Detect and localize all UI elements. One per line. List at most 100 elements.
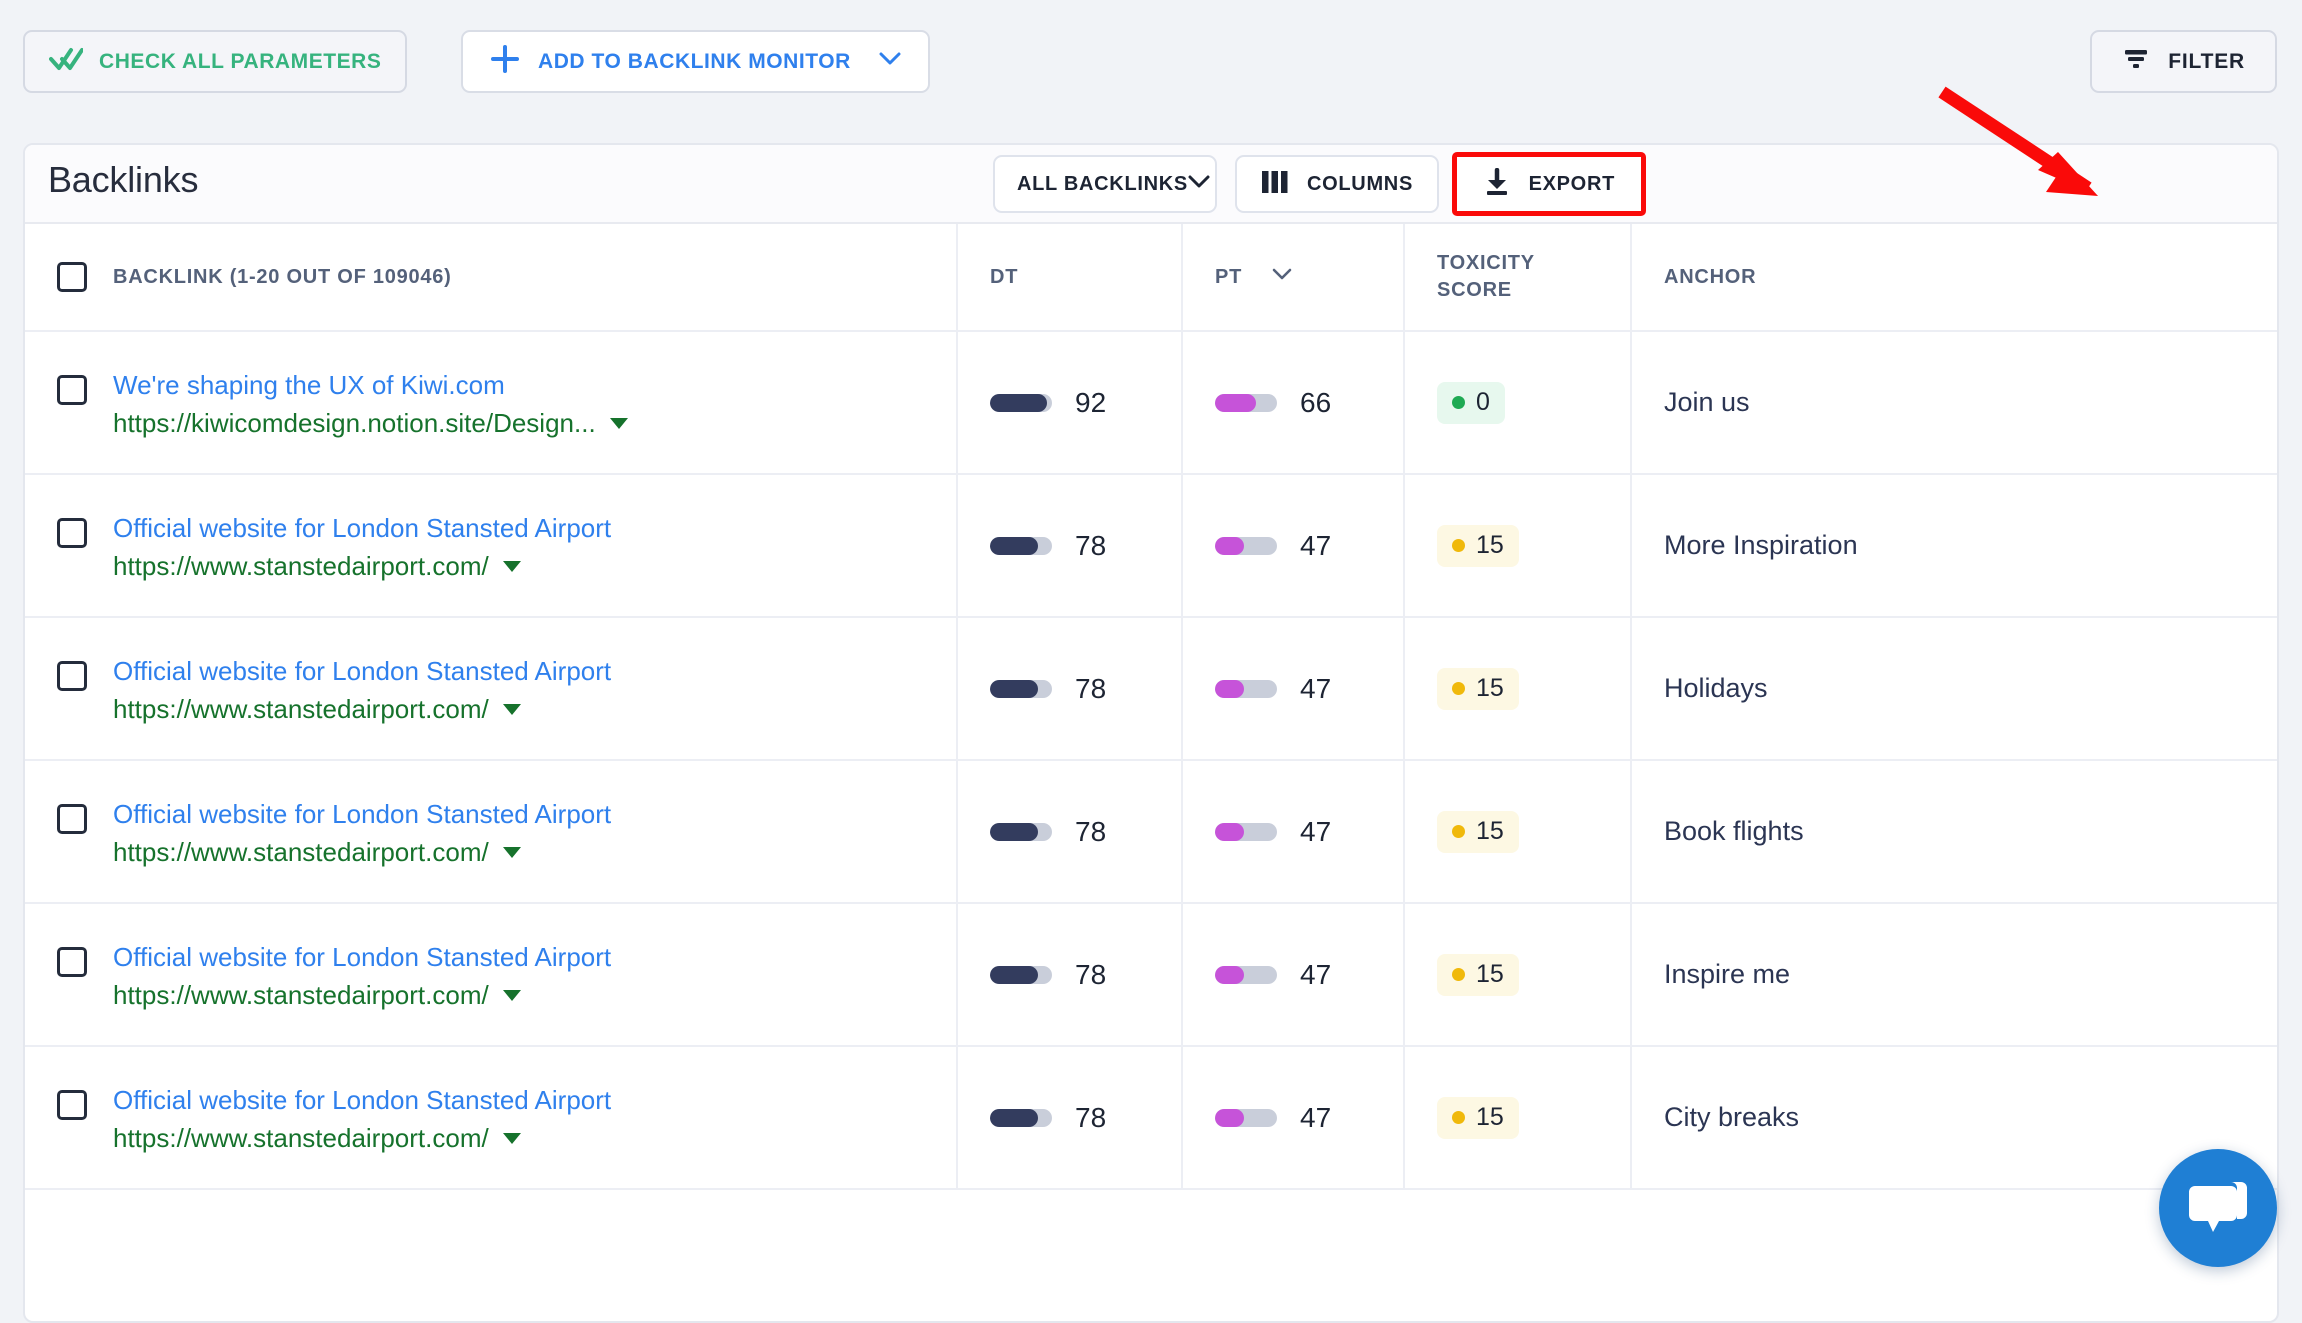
row-checkbox[interactable] <box>57 1090 87 1120</box>
backlink-cell: Official website for London Stansted Air… <box>25 760 957 903</box>
column-header-backlink[interactable]: BACKLINK (1-20 OUT OF 109046) <box>25 224 957 331</box>
status-dot-icon <box>1452 396 1465 409</box>
caret-down-icon[interactable] <box>610 418 628 429</box>
export-button[interactable]: EXPORT <box>1452 152 1646 216</box>
backlink-title-link[interactable]: Official website for London Stansted Air… <box>113 654 611 689</box>
row-checkbox[interactable] <box>57 518 87 548</box>
dt-cell: 78 <box>957 617 1182 760</box>
pt-bar <box>1215 537 1277 555</box>
dt-cell: 78 <box>957 903 1182 1046</box>
dt-bar <box>990 966 1052 984</box>
backlink-title-link[interactable]: Official website for London Stansted Air… <box>113 511 611 546</box>
pt-cell: 66 <box>1182 331 1404 474</box>
check-all-parameters-button[interactable]: CHECK ALL PARAMETERS <box>23 30 407 93</box>
table-row: Official website for London Stansted Air… <box>25 1046 2277 1189</box>
filter-icon <box>2122 47 2150 76</box>
toxicity-cell: 15 <box>1404 474 1631 617</box>
toxicity-value: 15 <box>1476 817 1504 846</box>
backlink-cell: Official website for London Stansted Air… <box>25 474 957 617</box>
pt-cell: 47 <box>1182 1046 1404 1189</box>
backlink-url: https://kiwicomdesign.notion.site/Design… <box>113 406 596 441</box>
check-all-parameters-label: CHECK ALL PARAMETERS <box>99 50 381 74</box>
status-dot-icon <box>1452 968 1465 981</box>
pt-bar <box>1215 966 1277 984</box>
row-checkbox[interactable] <box>57 947 87 977</box>
status-dot-icon <box>1452 539 1465 552</box>
anchor-text: Inspire me <box>1664 959 1790 989</box>
column-header-dt[interactable]: DT <box>957 224 1182 331</box>
toxicity-cell: 0 <box>1404 331 1631 474</box>
row-checkbox[interactable] <box>57 661 87 691</box>
row-checkbox[interactable] <box>57 375 87 405</box>
double-check-icon <box>49 46 83 77</box>
select-all-checkbox[interactable] <box>57 262 87 292</box>
backlink-cell: We're shaping the UX of Kiwi.com https:/… <box>25 331 957 474</box>
add-to-backlink-monitor-label: ADD TO BACKLINK MONITOR <box>538 50 851 74</box>
dt-bar <box>990 1109 1052 1127</box>
table-row: Official website for London Stansted Air… <box>25 760 2277 903</box>
backlink-title-link[interactable]: Official website for London Stansted Air… <box>113 940 611 975</box>
add-to-backlink-monitor-button[interactable]: ADD TO BACKLINK MONITOR <box>461 30 930 93</box>
caret-down-icon[interactable] <box>503 561 521 572</box>
status-badge: 0 <box>1437 382 1505 424</box>
toxicity-value: 0 <box>1476 388 1490 417</box>
pt-cell: 47 <box>1182 474 1404 617</box>
toxicity-value: 15 <box>1476 531 1504 560</box>
dt-bar <box>990 537 1052 555</box>
download-icon <box>1483 168 1511 201</box>
chevron-down-icon[interactable] <box>879 52 901 71</box>
anchor-cell: Holidays <box>1631 617 2277 760</box>
column-header-toxicity-score[interactable]: TOXICITY SCORE <box>1404 224 1631 331</box>
table-header-row: BACKLINK (1-20 OUT OF 109046) DT PT <box>25 224 2277 331</box>
page-title: Backlinks <box>48 159 198 201</box>
backlink-url: https://www.stanstedairport.com/ <box>113 549 489 584</box>
columns-icon <box>1261 169 1289 200</box>
toxicity-value: 15 <box>1476 1103 1504 1132</box>
backlink-title-link[interactable]: We're shaping the UX of Kiwi.com <box>113 368 628 403</box>
column-header-pt[interactable]: PT <box>1182 224 1404 331</box>
backlink-cell: Official website for London Stansted Air… <box>25 617 957 760</box>
anchor-text: City breaks <box>1664 1102 1799 1132</box>
all-backlinks-dropdown[interactable]: ALL BACKLINKS <box>993 155 1217 213</box>
dt-bar <box>990 823 1052 841</box>
columns-button[interactable]: COLUMNS <box>1235 155 1439 213</box>
pt-value: 47 <box>1300 816 1331 848</box>
status-badge: 15 <box>1437 954 1519 996</box>
chat-widget-button[interactable] <box>2159 1149 2277 1267</box>
caret-down-icon[interactable] <box>503 1133 521 1144</box>
chevron-down-icon[interactable] <box>1272 268 1292 286</box>
pt-bar <box>1215 680 1277 698</box>
caret-down-icon[interactable] <box>503 990 521 1001</box>
anchor-text: Join us <box>1664 387 1750 417</box>
export-label: EXPORT <box>1529 173 1615 196</box>
column-header-anchor[interactable]: ANCHOR <box>1631 224 2277 331</box>
caret-down-icon[interactable] <box>503 847 521 858</box>
backlink-title-link[interactable]: Official website for London Stansted Air… <box>113 797 611 832</box>
backlink-url: https://www.stanstedairport.com/ <box>113 1121 489 1156</box>
card-header: Backlinks ALL BACKLINKS COLUMNS <box>25 145 2277 224</box>
filter-button[interactable]: FILTER <box>2090 30 2277 93</box>
toxicity-cell: 15 <box>1404 903 1631 1046</box>
pt-cell: 47 <box>1182 760 1404 903</box>
backlink-title-link[interactable]: Official website for London Stansted Air… <box>113 1083 611 1118</box>
pt-bar <box>1215 1109 1277 1127</box>
status-dot-icon <box>1452 1111 1465 1124</box>
row-checkbox[interactable] <box>57 804 87 834</box>
dt-cell: 78 <box>957 760 1182 903</box>
dt-value: 78 <box>1075 673 1106 705</box>
caret-down-icon[interactable] <box>503 704 521 715</box>
column-header-backlink-label: BACKLINK (1-20 OUT OF 109046) <box>113 264 452 291</box>
anchor-text: Holidays <box>1664 673 1768 703</box>
column-header-anchor-label: ANCHOR <box>1664 266 1756 288</box>
dt-value: 92 <box>1075 387 1106 419</box>
column-header-pt-label: PT <box>1215 264 1242 291</box>
anchor-cell: Inspire me <box>1631 903 2277 1046</box>
table-row: We're shaping the UX of Kiwi.com https:/… <box>25 331 2277 474</box>
column-header-dt-label: DT <box>990 266 1018 288</box>
plus-icon <box>490 44 520 79</box>
backlinks-table: BACKLINK (1-20 OUT OF 109046) DT PT <box>25 224 2277 1190</box>
pt-value: 47 <box>1300 959 1331 991</box>
anchor-cell: More Inspiration <box>1631 474 2277 617</box>
table-row: Official website for London Stansted Air… <box>25 903 2277 1046</box>
dt-cell: 78 <box>957 474 1182 617</box>
